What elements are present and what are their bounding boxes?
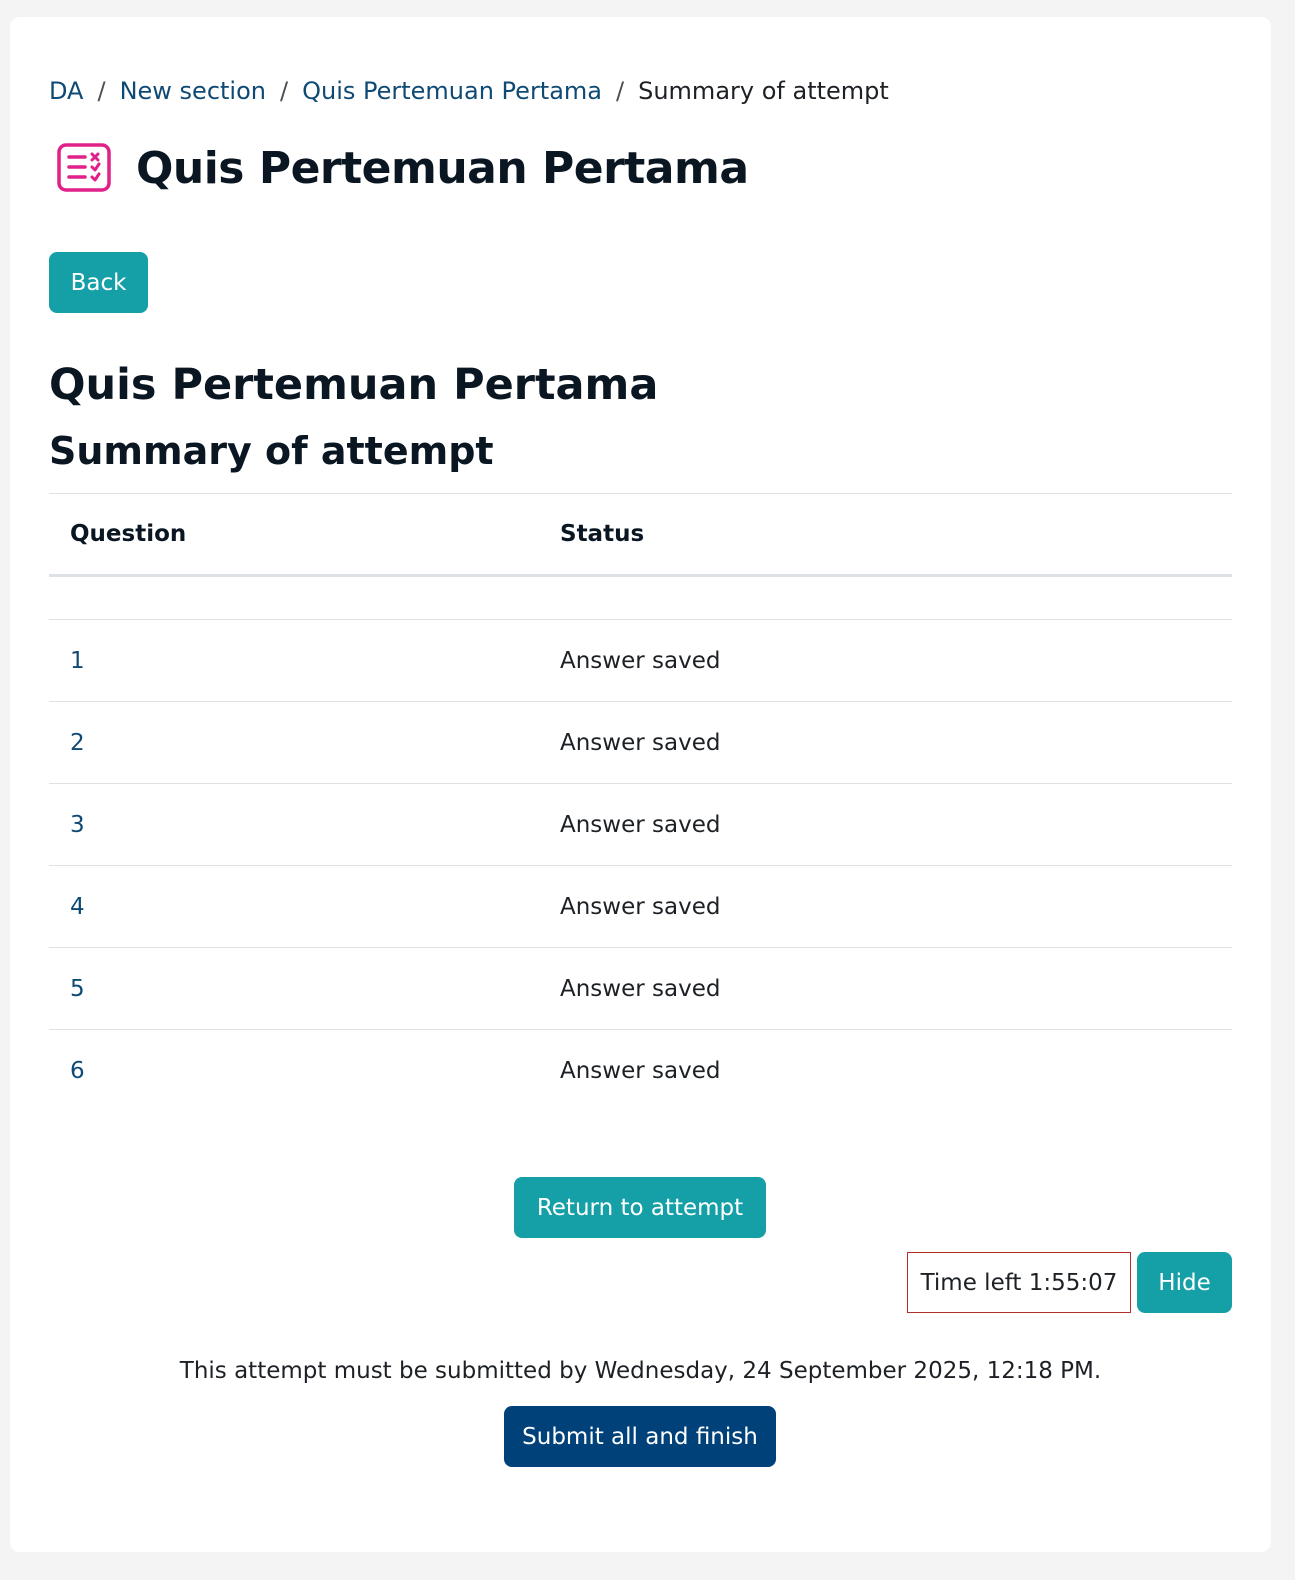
column-header-status: Status (560, 521, 645, 547)
question-link[interactable]: 6 (70, 1058, 85, 1084)
breadcrumb-current: Summary of attempt (638, 77, 889, 105)
table-row: 2 Answer saved (49, 702, 1232, 784)
table-spacer-row (49, 577, 1232, 620)
status-cell: Answer saved (560, 647, 721, 674)
column-header-question: Question (70, 521, 187, 547)
table-row: 1 Answer saved (49, 620, 1232, 702)
submit-all-and-finish-button[interactable]: Submit all and finish (504, 1406, 776, 1467)
page-title: Quis Pertemuan Pertama (136, 142, 749, 194)
table-row: 4 Answer saved (49, 866, 1232, 948)
status-cell: Answer saved (560, 811, 721, 838)
main-card: DA / New section / Quis Pertemuan Pertam… (10, 17, 1271, 1552)
page-header: Quis Pertemuan Pertama (56, 142, 749, 194)
question-link[interactable]: 1 (70, 648, 85, 674)
quiz-icon (57, 143, 111, 192)
question-link[interactable]: 2 (70, 730, 85, 756)
table-row: 6 Answer saved (49, 1030, 1232, 1112)
question-cell: 5 (49, 976, 560, 1002)
question-link[interactable]: 3 (70, 812, 85, 838)
question-cell: 6 (49, 1058, 560, 1084)
question-link[interactable]: 5 (70, 976, 85, 1002)
question-link[interactable]: 4 (70, 894, 85, 920)
breadcrumb-link-course[interactable]: DA (49, 77, 83, 105)
return-to-attempt-button[interactable]: Return to attempt (514, 1177, 766, 1238)
question-cell: 1 (49, 648, 560, 674)
hide-timer-button[interactable]: Hide (1137, 1252, 1232, 1313)
status-cell: Answer saved (560, 729, 721, 756)
status-cell: Answer saved (560, 1058, 721, 1084)
question-cell: 2 (49, 730, 560, 756)
table-row: 5 Answer saved (49, 948, 1232, 1030)
breadcrumb-separator: / (97, 77, 106, 105)
breadcrumb-separator: / (616, 77, 625, 105)
question-cell: 4 (49, 894, 560, 920)
table-header: Question Status (49, 493, 1232, 577)
breadcrumb-separator: / (280, 77, 289, 105)
quiz-name-heading: Quis Pertemuan Pertama (49, 360, 659, 410)
back-button[interactable]: Back (49, 252, 148, 313)
status-cell: Answer saved (560, 893, 721, 920)
breadcrumb-link-quiz[interactable]: Quis Pertemuan Pertama (302, 77, 602, 105)
breadcrumb: DA / New section / Quis Pertemuan Pertam… (49, 77, 889, 105)
question-cell: 3 (49, 812, 560, 838)
table-row: 3 Answer saved (49, 784, 1232, 866)
submission-deadline: This attempt must be submitted by Wednes… (179, 1358, 1102, 1384)
time-left-timer: Time left 1:55:07 (907, 1252, 1131, 1313)
summary-table: Question Status 1 Answer saved 2 Answer sav… (49, 493, 1232, 1112)
status-cell: Answer saved (560, 975, 721, 1002)
breadcrumb-link-section[interactable]: New section (120, 77, 266, 105)
summary-heading: Summary of attempt (49, 429, 494, 473)
